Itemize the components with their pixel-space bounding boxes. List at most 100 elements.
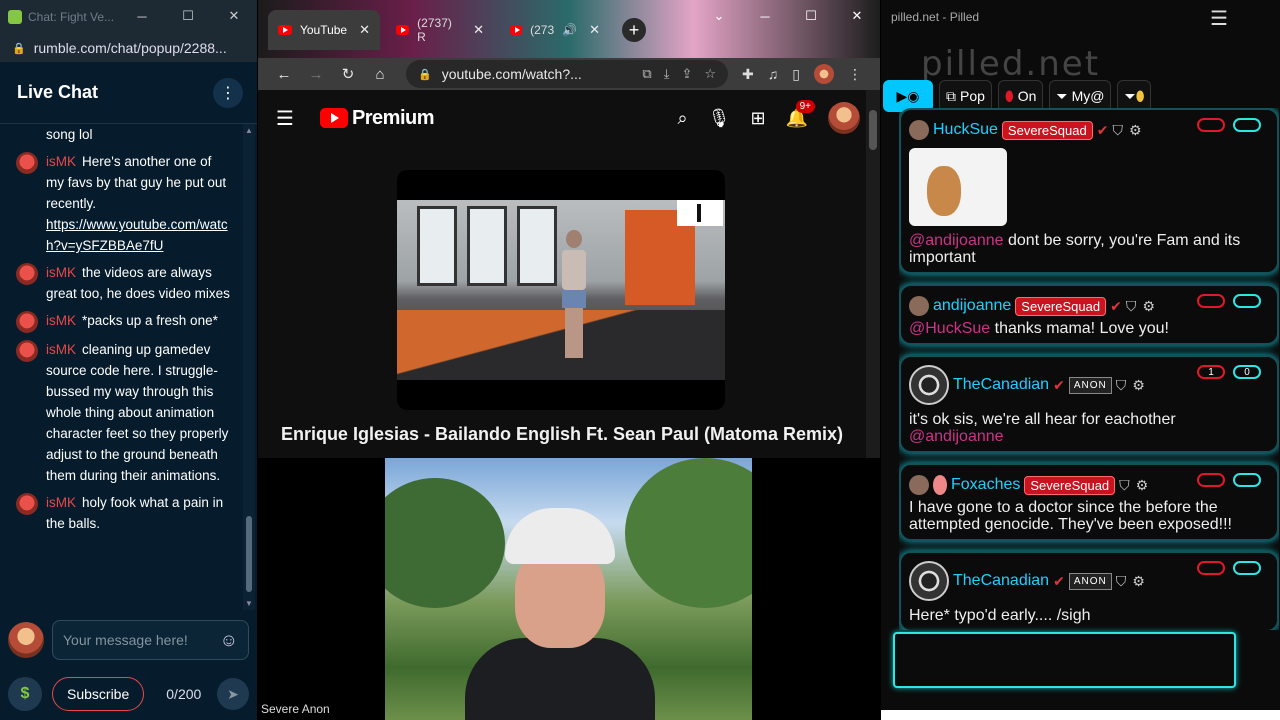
card-username[interactable]: Foxaches <box>951 476 1020 494</box>
extensions-icon[interactable]: ✚ <box>742 66 754 83</box>
scroll-up-icon[interactable]: ▲ <box>245 126 253 135</box>
mention-link[interactable]: @andijoanne <box>909 428 1004 445</box>
shield-icon[interactable]: ⛉ <box>1112 122 1123 139</box>
maximize-icon[interactable]: ☐ <box>788 0 834 32</box>
subscribe-button[interactable]: Subscribe <box>52 677 145 711</box>
red-pill-button[interactable] <box>1197 118 1225 132</box>
chat-message-input[interactable] <box>63 632 203 648</box>
forward-icon[interactable]: → <box>300 66 332 83</box>
media-control-icon[interactable]: ♫ <box>768 66 779 82</box>
red-pill-button[interactable]: 1 <box>1197 365 1225 379</box>
shield-icon[interactable]: ⛉ <box>1116 573 1127 590</box>
gear-icon[interactable]: ⚙ <box>1136 477 1149 494</box>
message-username[interactable]: isMK <box>46 265 76 280</box>
close-icon[interactable]: ✕ <box>834 0 880 32</box>
pilled-message-textarea[interactable] <box>895 634 1234 686</box>
create-video-icon[interactable]: ⊞ <box>750 108 765 129</box>
message-link[interactable]: https://www.youtube.com/watch?v=ySFZBBAe… <box>46 214 230 256</box>
open-in-icon[interactable]: ⧉ <box>642 66 651 82</box>
address-bar[interactable]: 🔒 youtube.com/watch?... ⧉ ⤓ ⇪ ☆ <box>406 60 728 88</box>
tab-youtube-3[interactable]: (273 🔊 ✕ <box>500 10 610 50</box>
message-username[interactable]: isMK <box>46 342 76 357</box>
hamburger-menu-icon[interactable]: ☰ <box>1210 6 1228 31</box>
user-avatar[interactable] <box>909 475 929 495</box>
user-avatar[interactable] <box>933 475 947 495</box>
user-avatar[interactable] <box>16 263 38 285</box>
search-icon[interactable]: ⌕ <box>678 108 688 129</box>
user-avatar[interactable] <box>16 311 38 333</box>
card-username[interactable]: HuckSue <box>933 121 998 139</box>
gear-icon[interactable]: ⚙ <box>1142 298 1155 315</box>
blue-pill-button[interactable] <box>1233 473 1261 487</box>
close-tab-icon[interactable]: ✕ <box>359 22 370 38</box>
send-icon[interactable]: ➤ <box>217 678 249 710</box>
mention-link[interactable]: @andijoanne <box>909 232 1004 249</box>
youtube-premium-logo[interactable]: Premium <box>319 107 435 130</box>
bookmark-star-icon[interactable]: ☆ <box>704 66 716 82</box>
back-icon[interactable]: ← <box>268 66 300 83</box>
user-avatar[interactable] <box>909 296 929 316</box>
page-scrollbar[interactable] <box>866 90 880 458</box>
card-username[interactable]: TheCanadian <box>953 572 1049 590</box>
gear-icon[interactable]: ⚙ <box>1129 122 1142 139</box>
gear-icon[interactable]: ⚙ <box>1132 573 1145 590</box>
blue-pill-button[interactable] <box>1233 294 1261 308</box>
chrome-menu-icon[interactable]: ⋮ <box>848 66 862 83</box>
scroll-down-icon[interactable]: ▼ <box>245 599 253 608</box>
microphone-icon[interactable]: 🎙 <box>708 108 731 129</box>
emoji-icon[interactable]: ☺ <box>220 630 238 651</box>
home-icon[interactable]: ⌂ <box>364 66 396 83</box>
red-pill-button[interactable] <box>1197 473 1225 487</box>
minimize-icon[interactable]: ─ <box>742 0 788 32</box>
minimize-icon[interactable]: ─ <box>119 0 165 32</box>
verified-check-icon: ✔ <box>1053 376 1065 393</box>
red-pill-button[interactable] <box>1197 561 1225 575</box>
install-icon[interactable]: ⤓ <box>664 66 670 82</box>
user-avatar[interactable] <box>909 561 949 601</box>
message-username[interactable]: isMK <box>46 154 76 169</box>
red-pill-button[interactable] <box>1197 294 1225 308</box>
gear-icon[interactable]: ⚙ <box>1132 377 1145 394</box>
tab-youtube-2[interactable]: (2737) R ✕ <box>386 10 494 50</box>
blue-pill-button[interactable]: 0 <box>1233 365 1261 379</box>
blue-pill-button[interactable] <box>1233 561 1261 575</box>
rant-dollar-button[interactable]: $ <box>8 677 42 711</box>
maximize-icon[interactable]: ☐ <box>165 0 211 32</box>
card-username[interactable]: TheCanadian <box>953 376 1049 394</box>
rumble-url-bar[interactable]: 🔒 rumble.com/chat/popup/2288... <box>0 34 257 62</box>
user-avatar[interactable] <box>16 152 38 174</box>
pilled-chat-input[interactable] <box>893 632 1236 688</box>
card-username[interactable]: andijoanne <box>933 297 1011 315</box>
chat-input-box[interactable]: ☺ <box>52 620 249 660</box>
side-panel-icon[interactable]: ▯ <box>792 66 800 83</box>
notifications-bell-icon[interactable]: 🔔 9+ <box>786 99 815 129</box>
user-avatar[interactable] <box>909 365 949 405</box>
message-username[interactable]: isMK <box>46 313 76 328</box>
shield-icon[interactable]: ⛉ <box>1116 377 1127 394</box>
video-player[interactable] <box>397 170 725 410</box>
chat-scrollbar[interactable]: ▲ ▼ <box>243 124 255 610</box>
shield-icon[interactable]: ⛉ <box>1126 298 1137 315</box>
user-avatar[interactable] <box>16 340 38 362</box>
message-username[interactable]: isMK <box>46 495 76 510</box>
youtube-user-avatar[interactable] <box>828 102 860 134</box>
tab-search-icon[interactable]: ⌄ <box>696 0 742 32</box>
more-options-icon[interactable]: ⋮ <box>213 77 243 108</box>
user-avatar[interactable] <box>909 120 929 140</box>
shield-icon[interactable]: ⛉ <box>1119 477 1130 494</box>
hamburger-menu-icon[interactable]: ☰ <box>276 106 294 131</box>
close-tab-icon[interactable]: ✕ <box>473 22 484 38</box>
chat-scroll-thumb[interactable] <box>246 516 252 592</box>
page-scroll-thumb[interactable] <box>869 110 877 150</box>
mention-link[interactable]: @HuckSue <box>909 320 990 337</box>
blue-pill-button[interactable] <box>1233 118 1261 132</box>
speaker-icon[interactable]: 🔊 <box>562 23 577 37</box>
reload-icon[interactable]: ↻ <box>332 65 364 83</box>
close-icon[interactable]: ✕ <box>211 0 257 32</box>
profile-avatar[interactable] <box>813 64 834 84</box>
new-tab-icon[interactable]: + <box>622 18 646 42</box>
user-avatar[interactable] <box>16 493 38 515</box>
tab-youtube[interactable]: YouTube ✕ <box>268 10 380 50</box>
close-tab-icon[interactable]: ✕ <box>589 22 600 38</box>
share-icon[interactable]: ⇪ <box>681 66 692 82</box>
